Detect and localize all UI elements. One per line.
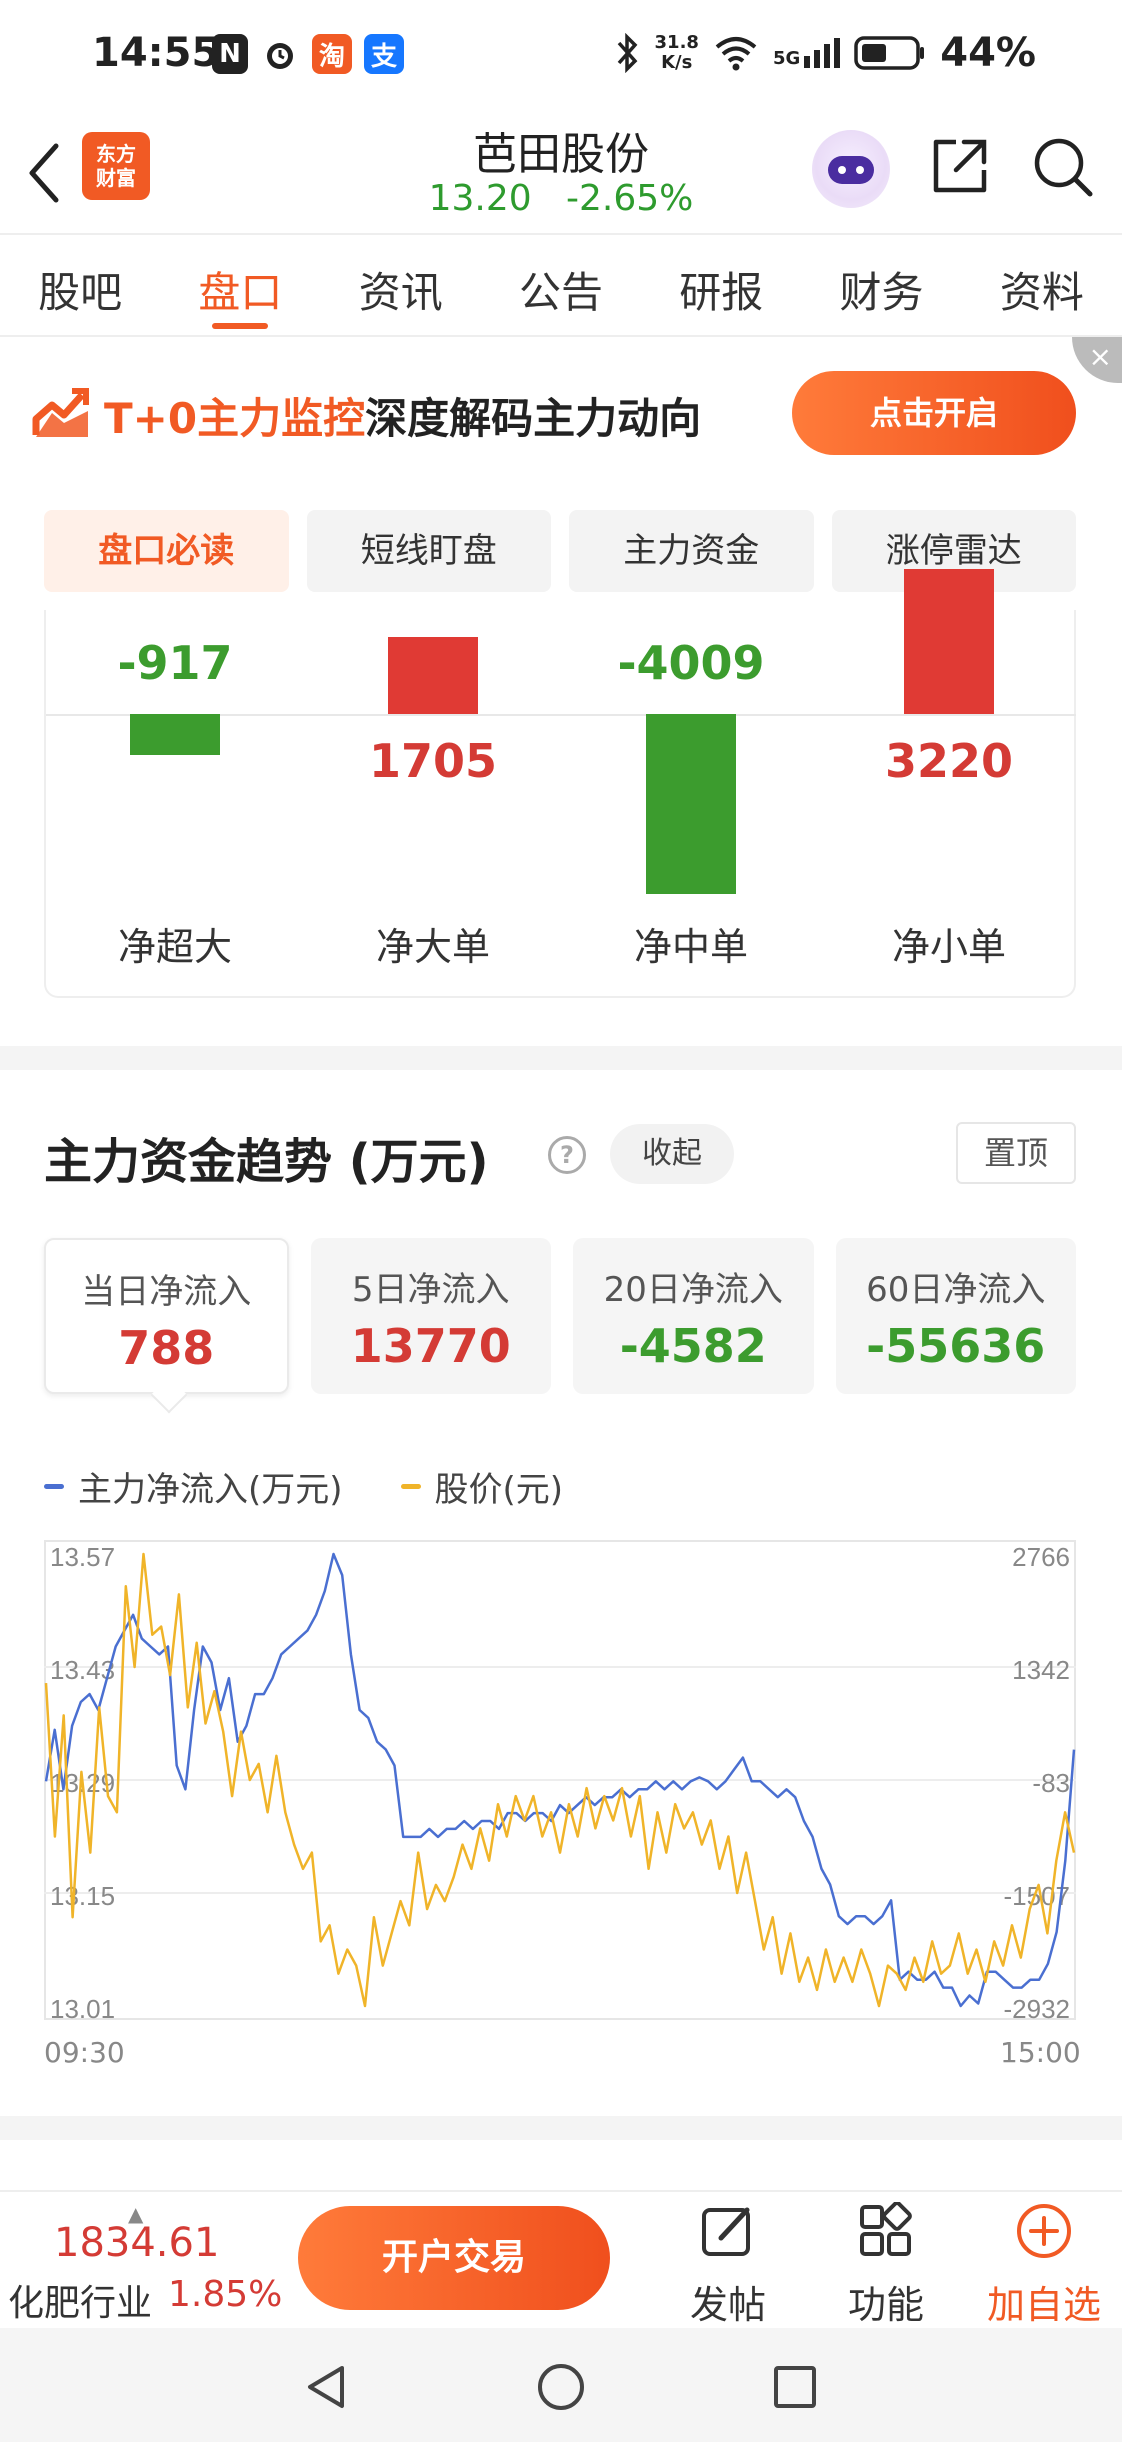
flow-bar	[130, 714, 220, 756]
status-time: 14:55	[92, 30, 220, 76]
legend-stock-price: 股价(元)	[400, 1462, 563, 1511]
section-divider	[0, 2116, 1122, 2140]
chart-legend: 主力净流入(万元) 股价(元)	[44, 1462, 563, 1511]
wifi-icon	[715, 37, 757, 71]
stock-price: 13.20	[428, 178, 532, 219]
edit-icon	[702, 2207, 750, 2256]
bluetooth-icon	[617, 33, 637, 73]
nav-recents-icon[interactable]	[770, 2362, 820, 2412]
period-card-today[interactable]: 当日净流入 788	[44, 1238, 289, 1414]
flow-value: -917	[117, 636, 233, 690]
flow-label: 净小单	[891, 925, 1006, 969]
taobao-icon: 淘	[312, 34, 352, 74]
subtab-main-funds[interactable]: 主力资金	[569, 510, 814, 592]
banner-open-button[interactable]: 点击开启	[792, 371, 1076, 455]
promo-banner[interactable]: × T+0主力监控深度解码主力动向 点击开启	[0, 337, 1122, 487]
flow-bar	[388, 637, 478, 714]
flow-item-small: 3220 净小单	[820, 569, 1078, 998]
plus-circle-icon	[1017, 2204, 1071, 2258]
tab-news[interactable]: 资讯	[321, 235, 481, 335]
nav-back-icon[interactable]	[302, 2362, 352, 2412]
subtab-must-read[interactable]: 盘口必读	[44, 510, 289, 592]
flow-bar	[904, 569, 994, 714]
right-axis-tick: -83	[1032, 1768, 1070, 1798]
pin-to-top-button[interactable]: 置顶	[956, 1122, 1076, 1184]
tab-guba[interactable]: 股吧	[0, 235, 160, 335]
flow-item-medium: -4009 净中单	[562, 610, 820, 998]
right-axis-tick: 1342	[1012, 1655, 1070, 1685]
flow-value: 3220	[884, 734, 1014, 788]
nfc-icon: N	[212, 34, 248, 74]
share-icon[interactable]	[928, 134, 992, 198]
system-nav-bar	[0, 2328, 1122, 2442]
add-to-watchlist-button[interactable]: 加自选	[984, 2202, 1104, 2329]
sector-index-value[interactable]: 1834.61	[54, 2220, 219, 2266]
trend-line-chart[interactable]: 13.57 276613.43 134213.29 -8313.15 -150713.0…	[44, 1540, 1076, 2020]
trend-title: 主力资金趋势 (万元)	[44, 1134, 489, 1190]
cellular-signal-icon: 5G	[773, 38, 841, 68]
function-button[interactable]: 功能	[826, 2201, 946, 2329]
flow-item-super-large: -917 净超大	[46, 610, 304, 998]
battery-percent: 44%	[940, 30, 1036, 76]
legend-main-flow: 主力净流入(万元)	[44, 1462, 343, 1511]
net-flow-card: -917 净超大 1705 净大单 -4009 净中单 3220 净小单	[44, 569, 1078, 998]
x-axis-start-label: 09:30	[44, 2036, 125, 2069]
flow-label: 净大单	[375, 925, 490, 969]
alipay-icon: 支	[364, 34, 404, 74]
tab-research[interactable]: 研报	[641, 235, 801, 335]
right-axis-tick: -2932	[1004, 1994, 1071, 2020]
flow-value: -4009	[617, 636, 765, 690]
sector-change: 1.85%	[168, 2274, 283, 2315]
x-axis-end-label: 15:00	[1000, 2036, 1081, 2069]
status-bar: 14:55 N 淘 支 31.8 K/s 5G 44%	[0, 0, 1122, 118]
ai-assistant-avatar[interactable]	[812, 130, 890, 208]
tab-announcements[interactable]: 公告	[481, 235, 641, 335]
sector-name[interactable]: 化肥行业	[8, 2274, 152, 2326]
net-speed: 31.8 K/s	[654, 32, 699, 73]
flow-item-large: 1705 净大单	[304, 610, 562, 998]
left-axis-tick: 13.01	[50, 1994, 115, 2020]
period-card-60d[interactable]: 60日净流入 -55636	[835, 1238, 1076, 1394]
tab-profile[interactable]: 资料	[962, 235, 1122, 335]
banner-close-icon[interactable]: ×	[1072, 337, 1122, 383]
period-card-20d[interactable]: 20日净流入 -4582	[573, 1238, 814, 1394]
search-icon[interactable]	[1030, 134, 1096, 200]
right-axis-tick: 2766	[1012, 1542, 1070, 1572]
status-notification-icons: N 淘 支	[212, 34, 404, 74]
nav-home-icon[interactable]	[536, 2362, 586, 2412]
flow-bar	[646, 714, 736, 894]
stock-change: -2.65%	[566, 178, 694, 219]
period-cards: 当日净流入 788 5日净流入 13770 20日净流入 -4582 60日净流…	[44, 1238, 1076, 1414]
flow-value: 1705	[368, 734, 498, 788]
tab-finance[interactable]: 财务	[801, 235, 961, 335]
left-axis-tick: 13.57	[50, 1542, 115, 1572]
stock-tabs: 股吧 盘口 资讯 公告 研报 财务 资料	[0, 233, 1122, 337]
subtab-short-term[interactable]: 短线盯盘	[306, 510, 551, 592]
trend-chart-icon	[32, 388, 89, 437]
help-icon[interactable]: ?	[548, 1136, 586, 1174]
flow-label: 净中单	[633, 925, 748, 969]
status-system-icons: 31.8 K/s 5G 44%	[615, 30, 1036, 76]
collapse-button[interactable]: 收起	[610, 1124, 734, 1184]
post-button[interactable]: 发帖	[668, 2202, 788, 2329]
banner-text: T+0主力监控深度解码主力动向	[104, 394, 702, 443]
section-divider	[0, 1046, 1122, 1070]
period-card-5d[interactable]: 5日净流入 13770	[310, 1238, 551, 1394]
stock-header: 东方 财富 芭田股份 13.20 -2.65%	[0, 118, 1122, 233]
left-axis-tick: 13.15	[50, 1881, 115, 1911]
battery-icon	[854, 36, 925, 70]
flow-label: 净超大	[117, 925, 232, 969]
grid-icon	[860, 2201, 912, 2256]
bottom-action-bar: ▲ 1834.61 化肥行业 1.85% 开户交易 发帖 功能 加自选	[0, 2190, 1122, 2328]
alarm-icon	[260, 34, 300, 74]
open-account-trade-button[interactable]: 开户交易	[298, 2206, 610, 2310]
tab-pankou[interactable]: 盘口	[160, 235, 320, 335]
